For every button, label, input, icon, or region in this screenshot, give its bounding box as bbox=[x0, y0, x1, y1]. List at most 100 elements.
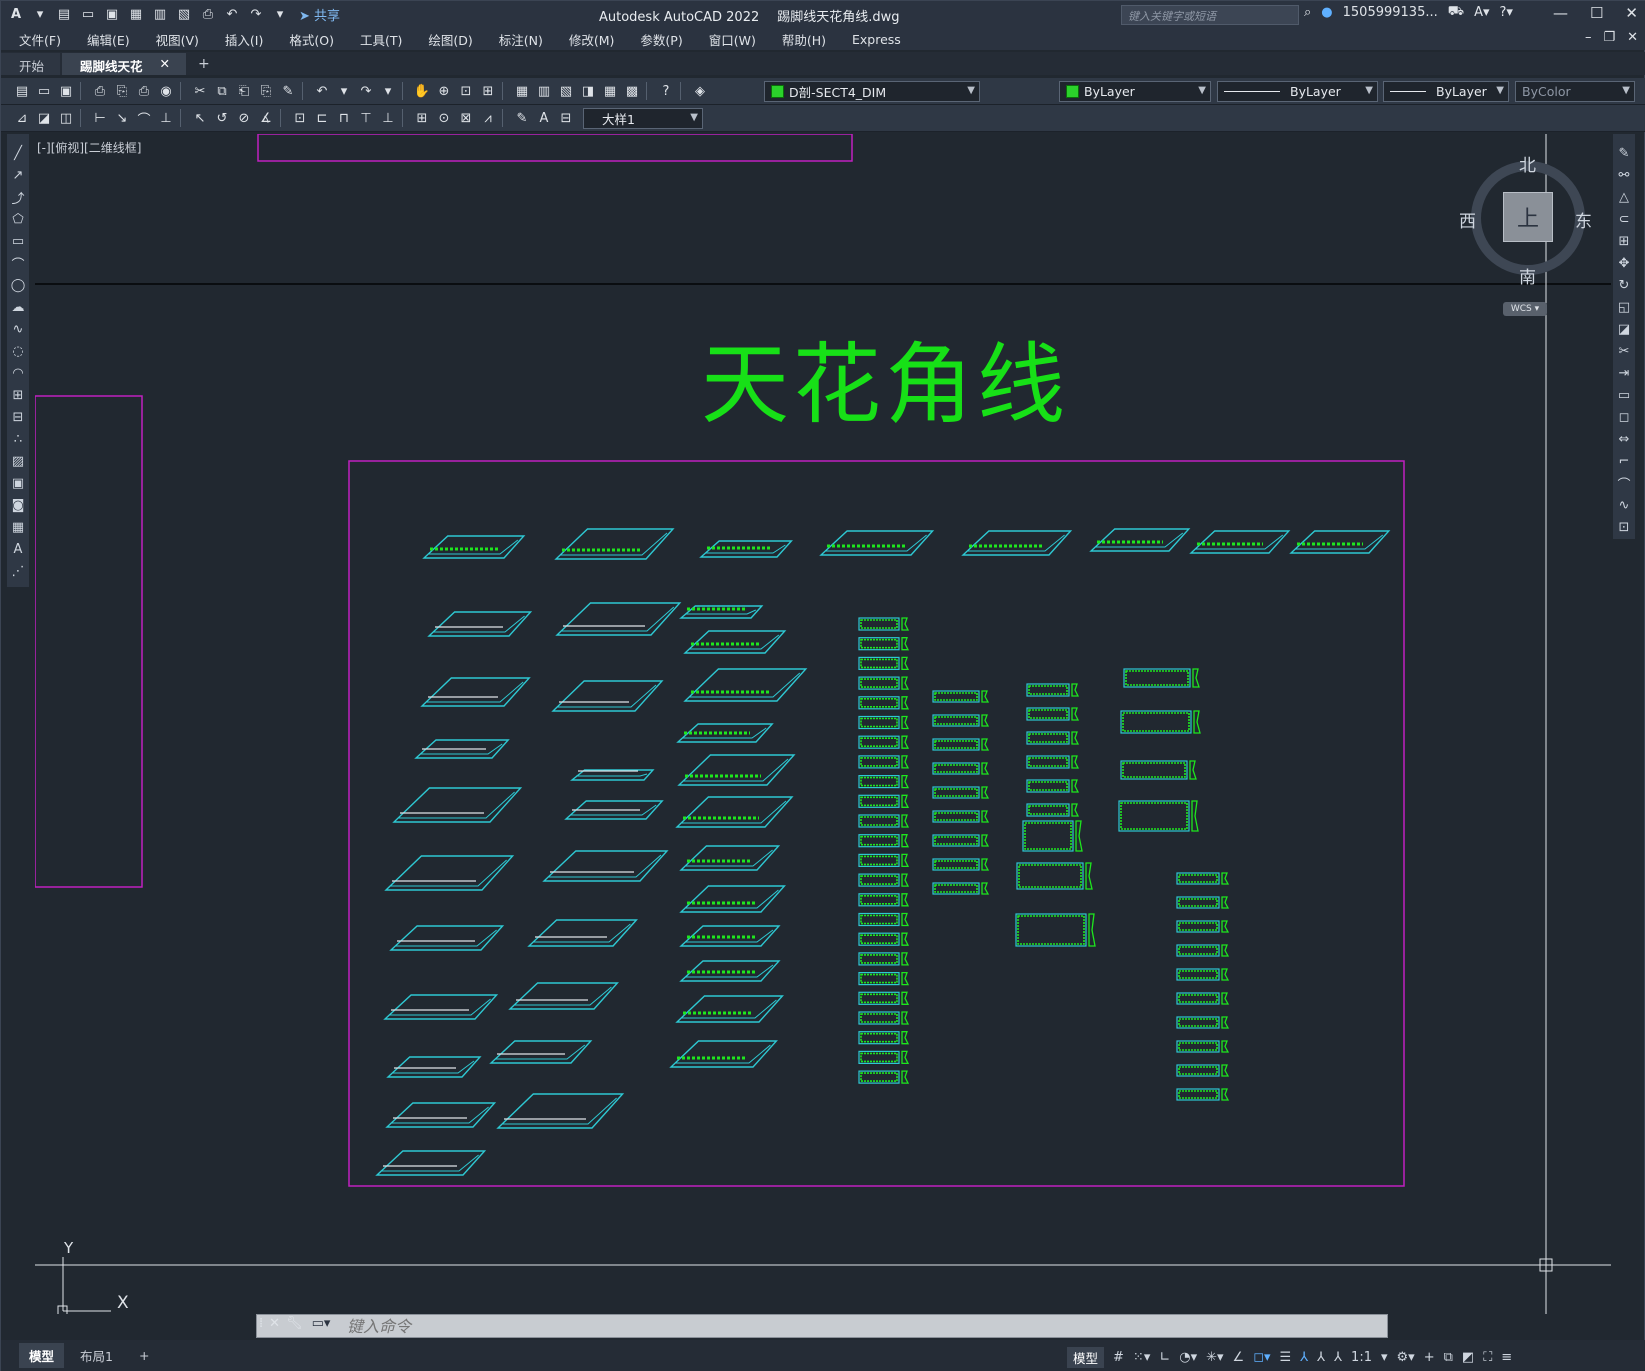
plot-icon[interactable]: ⎙ bbox=[89, 81, 111, 101]
modify-tool-8-icon[interactable]: ◪ bbox=[1615, 320, 1633, 338]
zoom-window-icon[interactable]: ⊡ bbox=[455, 81, 477, 101]
menu-item[interactable]: 视图(V) bbox=[156, 30, 199, 49]
plus-icon[interactable]: + bbox=[1424, 1350, 1435, 1365]
maximize-icon[interactable]: ☐ bbox=[1590, 4, 1603, 22]
dimlinear-icon[interactable]: ⊿ bbox=[11, 108, 33, 128]
annotation-visibility-icon[interactable]: ⅄ bbox=[1300, 1350, 1308, 1365]
calculator-icon[interactable]: ▩ bbox=[621, 81, 643, 101]
modify-tool-0-icon[interactable]: ✎ bbox=[1615, 144, 1633, 162]
drawing-canvas[interactable] bbox=[35, 134, 1611, 1314]
compass-north[interactable]: 北 bbox=[1519, 151, 1536, 176]
menu-item[interactable]: 绘图(D) bbox=[428, 30, 472, 49]
baseline-icon[interactable]: ⊘ bbox=[233, 108, 255, 128]
draw-tool-19-icon[interactable]: ⋰ bbox=[9, 562, 27, 580]
object-snap-tracking-icon[interactable]: ∠ bbox=[1233, 1350, 1245, 1365]
markup-icon[interactable]: ▦ bbox=[599, 81, 621, 101]
grid-icon[interactable]: # bbox=[1113, 1350, 1124, 1365]
match-icon[interactable]: ⎘ bbox=[255, 81, 277, 101]
customize-dropdown-icon[interactable]: ▾ bbox=[271, 6, 289, 24]
autocad-logo-icon[interactable]: A bbox=[7, 6, 25, 24]
draw-tool-12-icon[interactable]: ⊟ bbox=[9, 408, 27, 426]
dimtedit-icon[interactable]: ⊠ bbox=[455, 108, 477, 128]
chevron-down-icon[interactable]: ▾ bbox=[1381, 1350, 1388, 1365]
open-icon[interactable]: ▭ bbox=[33, 81, 55, 101]
viewcube[interactable]: 上 北 南 西 东 WCS ▾ bbox=[1459, 151, 1593, 321]
quickdim-icon[interactable]: ↺ bbox=[211, 108, 233, 128]
menu-item[interactable]: 标注(N) bbox=[499, 30, 543, 49]
menu-item[interactable]: 插入(I) bbox=[225, 30, 263, 49]
draw-tool-16-icon[interactable]: ◙ bbox=[9, 496, 27, 514]
center-mark-icon[interactable]: ⊤ bbox=[355, 108, 377, 128]
zoom-previous-icon[interactable]: ⊞ bbox=[477, 81, 499, 101]
pan-icon[interactable]: ✋ bbox=[411, 81, 433, 101]
user-icon[interactable]: ● bbox=[1321, 5, 1332, 20]
dimjogged-icon[interactable]: ⌒ bbox=[133, 108, 155, 128]
menu-item[interactable]: 格式(O) bbox=[289, 30, 334, 49]
menu-item[interactable]: 帮助(H) bbox=[782, 30, 826, 49]
tool-palettes-icon[interactable]: ▧ bbox=[555, 81, 577, 101]
draw-tool-8-icon[interactable]: ∿ bbox=[9, 320, 27, 338]
draw-tool-0-icon[interactable]: ╱ bbox=[9, 144, 27, 162]
redo-dropdown-icon[interactable]: ▾ bbox=[377, 81, 399, 101]
save-web-icon[interactable]: ▧ bbox=[175, 6, 193, 24]
3d-dwf-icon[interactable]: ◉ bbox=[155, 81, 177, 101]
ortho-icon[interactable]: ∟ bbox=[1159, 1350, 1170, 1365]
cut-icon[interactable]: ✂ bbox=[189, 81, 211, 101]
new-tab-button[interactable]: + bbox=[188, 53, 220, 75]
copy-icon[interactable]: ⧉ bbox=[211, 81, 233, 101]
menu-item[interactable]: 编辑(E) bbox=[87, 30, 130, 49]
dimaligned-icon[interactable]: ◪ bbox=[33, 108, 55, 128]
command-input[interactable] bbox=[347, 1316, 1347, 1336]
model-space-button[interactable]: 模型 bbox=[1067, 1347, 1105, 1368]
search-icon[interactable]: ⌕ bbox=[1304, 5, 1311, 20]
dimangular-icon[interactable]: ↖ bbox=[189, 108, 211, 128]
share-button[interactable]: ➤ 共享 bbox=[299, 5, 340, 24]
draw-tool-14-icon[interactable]: ▨ bbox=[9, 452, 27, 470]
sheet-set-icon[interactable]: ◨ bbox=[577, 81, 599, 101]
modify-tool-14-icon[interactable]: ⌐ bbox=[1615, 452, 1633, 470]
menu-item[interactable]: 参数(P) bbox=[640, 30, 682, 49]
modify-tool-2-icon[interactable]: △ bbox=[1615, 188, 1633, 206]
menu-item[interactable]: 工具(T) bbox=[360, 30, 402, 49]
paste-icon[interactable]: ⎗ bbox=[233, 81, 255, 101]
close-command-icon[interactable]: ✕ bbox=[269, 1316, 280, 1331]
design-center-icon[interactable]: ▥ bbox=[533, 81, 555, 101]
annotation-scale-icon[interactable]: ⅄ bbox=[1334, 1350, 1342, 1365]
undo-icon[interactable]: ↶ bbox=[311, 81, 333, 101]
modify-tool-9-icon[interactable]: ✂ bbox=[1615, 342, 1633, 360]
doc-minimize-icon[interactable]: – bbox=[1585, 30, 1592, 45]
draw-tool-15-icon[interactable]: ▣ bbox=[9, 474, 27, 492]
modify-tool-3-icon[interactable]: ⊂ bbox=[1615, 210, 1633, 228]
preview-icon[interactable]: ⎘ bbox=[111, 81, 133, 101]
help-icon[interactable]: ?▾ bbox=[1500, 5, 1513, 20]
tolerance-icon[interactable]: ⊓ bbox=[333, 108, 355, 128]
modify-tool-1-icon[interactable]: ⚯ bbox=[1615, 166, 1633, 184]
redo-icon[interactable]: ↷ bbox=[247, 6, 265, 24]
draw-tool-1-icon[interactable]: ↗ bbox=[9, 166, 27, 184]
draw-tool-4-icon[interactable]: ▭ bbox=[9, 232, 27, 250]
wcs-menu[interactable]: WCS ▾ bbox=[1503, 302, 1547, 316]
tab-layout1[interactable]: 布局1 bbox=[70, 1343, 123, 1368]
modify-tool-15-icon[interactable]: ⌒ bbox=[1615, 474, 1633, 493]
menu-item[interactable]: 窗口(W) bbox=[709, 30, 756, 49]
modify-tool-12-icon[interactable]: ◻ bbox=[1615, 408, 1633, 426]
clean-screen-icon[interactable]: ⛶ bbox=[1483, 1350, 1492, 1365]
auto-scale-icon[interactable]: ⅄ bbox=[1317, 1350, 1325, 1365]
annotation-scale-value[interactable]: 1:1 bbox=[1351, 1350, 1372, 1365]
menu-item[interactable]: 修改(M) bbox=[569, 30, 615, 49]
lineweight-combo[interactable]: ByLayer ▼ bbox=[1383, 81, 1509, 102]
jogged-linear-icon[interactable]: ⊞ bbox=[411, 108, 433, 128]
draw-tool-18-icon[interactable]: A bbox=[9, 540, 27, 558]
minimize-icon[interactable]: — bbox=[1553, 4, 1568, 22]
dimstyle-combo[interactable]: 大样1 ▼ bbox=[583, 108, 703, 129]
modify-tool-17-icon[interactable]: ⊡ bbox=[1615, 518, 1633, 536]
user-name[interactable]: 1505999135... bbox=[1343, 5, 1438, 20]
open-folder-icon[interactable]: ▭ bbox=[79, 6, 97, 24]
publish-icon[interactable]: ⎙ bbox=[133, 81, 155, 101]
draw-tool-11-icon[interactable]: ⊞ bbox=[9, 386, 27, 404]
command-history-icon[interactable]: ▭▾ bbox=[308, 1316, 334, 1331]
dimbreak-icon[interactable]: ⊏ bbox=[311, 108, 333, 128]
object-snap-icon[interactable]: ◻▾ bbox=[1253, 1350, 1270, 1365]
dimspace-icon[interactable]: ⊡ bbox=[289, 108, 311, 128]
chevron-down-icon[interactable]: ▾ bbox=[31, 6, 49, 24]
